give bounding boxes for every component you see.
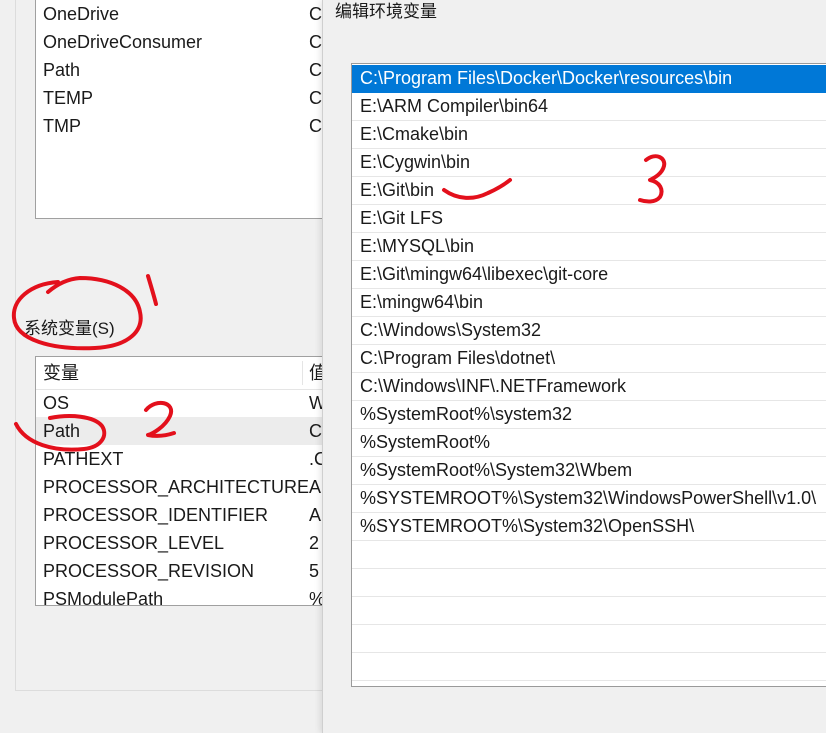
table-row[interactable]: PSModulePath %: [36, 585, 336, 606]
empty-path-row[interactable]: [352, 541, 826, 569]
variable-value: A: [309, 477, 322, 497]
variable-value: C: [309, 32, 322, 52]
user-variables-list[interactable]: OneDrive C OneDriveConsumer C Path C TEM…: [35, 0, 337, 219]
variable-name: OS: [43, 393, 70, 413]
path-entry-text: C:\Windows\System32: [360, 320, 542, 340]
empty-path-row[interactable]: [352, 625, 826, 653]
variable-name: PROCESSOR_ARCHITECTURE: [43, 477, 310, 497]
path-entry-text: %SystemRoot%\system32: [360, 404, 573, 424]
column-divider[interactable]: [302, 361, 303, 385]
path-entry-text: E:\Cmake\bin: [360, 124, 469, 144]
list-item[interactable]: TEMP C: [36, 84, 336, 112]
variable-value: A: [309, 505, 322, 525]
table-row[interactable]: PROCESSOR_ARCHITECTURE A: [36, 473, 336, 501]
table-row[interactable]: PATHEXT .C: [36, 445, 336, 473]
path-entry[interactable]: E:\Git\bin: [352, 177, 826, 205]
table-row[interactable]: PROCESSOR_LEVEL 2: [36, 529, 336, 557]
path-entry[interactable]: E:\ARM Compiler\bin64: [352, 93, 826, 121]
path-entry-text: E:\Git LFS: [360, 208, 444, 228]
path-entry[interactable]: C:\Program Files\dotnet\: [352, 345, 826, 373]
variable-value: C: [309, 421, 322, 441]
column-header-variable[interactable]: 变量: [43, 357, 79, 389]
variable-value: 2: [309, 533, 320, 553]
table-row[interactable]: OS W: [36, 389, 336, 417]
path-entry-text: %SYSTEMROOT%\System32\WindowsPowerShell\…: [360, 488, 817, 508]
list-item[interactable]: OneDrive C: [36, 0, 336, 28]
empty-path-row[interactable]: [352, 597, 826, 625]
path-entry-text: E:\ARM Compiler\bin64: [360, 96, 549, 116]
table-row[interactable]: PROCESSOR_REVISION 5: [36, 557, 336, 585]
path-entry-text: E:\Git\mingw64\libexec\git-core: [360, 264, 609, 284]
variable-value: C: [309, 88, 322, 108]
path-entry[interactable]: %SystemRoot%\system32: [352, 401, 826, 429]
variable-name: Path: [43, 60, 81, 80]
path-entry-text: E:\mingw64\bin: [360, 292, 484, 312]
variable-name: OneDrive: [43, 4, 120, 24]
variable-name: TEMP: [43, 88, 94, 108]
environment-variables-window: OneDrive C OneDriveConsumer C Path C TEM…: [0, 0, 337, 733]
system-variables-list[interactable]: 变量 值 OS W Path C PATHEXT .C PROCESSOR_AR…: [35, 356, 337, 606]
path-entry-text: %SystemRoot%\System32\Wbem: [360, 460, 633, 480]
table-row-selected[interactable]: Path C: [36, 417, 336, 445]
variable-value: C: [309, 4, 322, 24]
variable-name: OneDriveConsumer: [43, 32, 203, 52]
path-entry[interactable]: E:\Git LFS: [352, 205, 826, 233]
path-entry-text: %SYSTEMROOT%\System32\OpenSSH\: [360, 516, 695, 536]
path-entry[interactable]: C:\Windows\INF\.NETFramework: [352, 373, 826, 401]
path-entry-text: C:\Program Files\Docker\Docker\resources…: [360, 68, 733, 88]
path-entry[interactable]: E:\Cygwin\bin: [352, 149, 826, 177]
empty-path-row[interactable]: [352, 653, 826, 681]
variable-name: Path: [43, 421, 81, 441]
edit-environment-variable-dialog: 编辑环境变量 C:\Program Files\Docker\Docker\re…: [322, 0, 826, 733]
list-item[interactable]: OneDriveConsumer C: [36, 28, 336, 56]
variable-value: 5: [309, 561, 320, 581]
variable-value: C: [309, 60, 322, 80]
path-entry[interactable]: %SYSTEMROOT%\System32\WindowsPowerShell\…: [352, 485, 826, 513]
path-entry[interactable]: E:\Cmake\bin: [352, 121, 826, 149]
path-entry-text: E:\Cygwin\bin: [360, 152, 471, 172]
column-header: 变量 值: [36, 357, 336, 390]
empty-path-row[interactable]: [352, 569, 826, 597]
variable-name: PROCESSOR_IDENTIFIER: [43, 505, 269, 525]
table-row[interactable]: PROCESSOR_IDENTIFIER A: [36, 501, 336, 529]
variable-name: PROCESSOR_LEVEL: [43, 533, 225, 553]
path-entry-text: E:\Git\bin: [360, 180, 435, 200]
variable-name: TMP: [43, 116, 81, 136]
path-entry[interactable]: E:\Git\mingw64\libexec\git-core: [352, 261, 826, 289]
path-entry[interactable]: %SystemRoot%\System32\Wbem: [352, 457, 826, 485]
variable-value: C: [309, 116, 322, 136]
variable-name: PATHEXT: [43, 449, 124, 469]
path-entry-text: E:\MYSQL\bin: [360, 236, 475, 256]
system-variables-label: 系统变量(S): [24, 319, 115, 338]
list-item[interactable]: TMP C: [36, 112, 336, 140]
path-entry[interactable]: %SystemRoot%: [352, 429, 826, 457]
variable-name: PSModulePath: [43, 589, 164, 606]
list-item[interactable]: Path C: [36, 56, 336, 84]
path-entry[interactable]: C:\Windows\System32: [352, 317, 826, 345]
path-entries-list[interactable]: C:\Program Files\Docker\Docker\resources…: [351, 63, 826, 687]
path-entry-selected[interactable]: C:\Program Files\Docker\Docker\resources…: [352, 65, 826, 93]
path-entry[interactable]: E:\mingw64\bin: [352, 289, 826, 317]
path-entry-text: %SystemRoot%: [360, 432, 491, 452]
path-entry-text: C:\Windows\INF\.NETFramework: [360, 376, 627, 396]
dialog-title: 编辑环境变量: [335, 2, 437, 21]
path-entry[interactable]: E:\MYSQL\bin: [352, 233, 826, 261]
variable-name: PROCESSOR_REVISION: [43, 561, 255, 581]
path-entry-text: C:\Program Files\dotnet\: [360, 348, 556, 368]
path-entry[interactable]: %SYSTEMROOT%\System32\OpenSSH\: [352, 513, 826, 541]
